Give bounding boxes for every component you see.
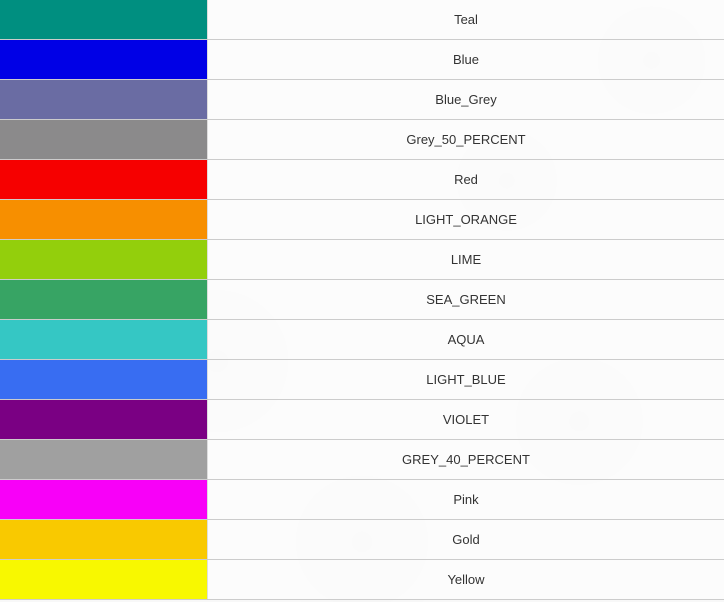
color-label: Red <box>207 160 724 199</box>
color-label: LIGHT_ORANGE <box>207 200 724 239</box>
color-label: Teal <box>207 0 724 39</box>
color-label: VIOLET <box>207 400 724 439</box>
color-label: Pink <box>207 480 724 519</box>
color-swatch <box>0 480 207 519</box>
color-label: Yellow <box>207 560 724 599</box>
table-row: Blue_Grey <box>0 80 724 120</box>
table-row: Pink <box>0 480 724 520</box>
color-label: Grey_50_PERCENT <box>207 120 724 159</box>
color-swatch <box>0 520 207 559</box>
table-row: Grey_50_PERCENT <box>0 120 724 160</box>
color-label: Gold <box>207 520 724 559</box>
color-label: AQUA <box>207 320 724 359</box>
table-row: AQUA <box>0 320 724 360</box>
color-swatch <box>0 200 207 239</box>
color-table: Teal Blue Blue_Grey Grey_50_PERCENT Red … <box>0 0 724 600</box>
table-row: Teal <box>0 0 724 40</box>
color-swatch <box>0 0 207 39</box>
color-label: Blue_Grey <box>207 80 724 119</box>
color-label: LIGHT_BLUE <box>207 360 724 399</box>
color-swatch <box>0 360 207 399</box>
table-row: Blue <box>0 40 724 80</box>
table-row: SEA_GREEN <box>0 280 724 320</box>
color-swatch <box>0 280 207 319</box>
table-row: LIGHT_BLUE <box>0 360 724 400</box>
table-row: Yellow <box>0 560 724 600</box>
color-swatch <box>0 400 207 439</box>
color-label: SEA_GREEN <box>207 280 724 319</box>
table-row: Gold <box>0 520 724 560</box>
color-label: GREY_40_PERCENT <box>207 440 724 479</box>
color-swatch <box>0 80 207 119</box>
color-label: Blue <box>207 40 724 79</box>
color-swatch <box>0 160 207 199</box>
table-row: LIGHT_ORANGE <box>0 200 724 240</box>
table-row: Red <box>0 160 724 200</box>
color-swatch <box>0 120 207 159</box>
color-swatch <box>0 240 207 279</box>
color-swatch <box>0 320 207 359</box>
color-swatch <box>0 440 207 479</box>
table-row: GREY_40_PERCENT <box>0 440 724 480</box>
color-label: LIME <box>207 240 724 279</box>
color-swatch <box>0 40 207 79</box>
table-row: LIME <box>0 240 724 280</box>
color-swatch <box>0 560 207 599</box>
table-row: VIOLET <box>0 400 724 440</box>
